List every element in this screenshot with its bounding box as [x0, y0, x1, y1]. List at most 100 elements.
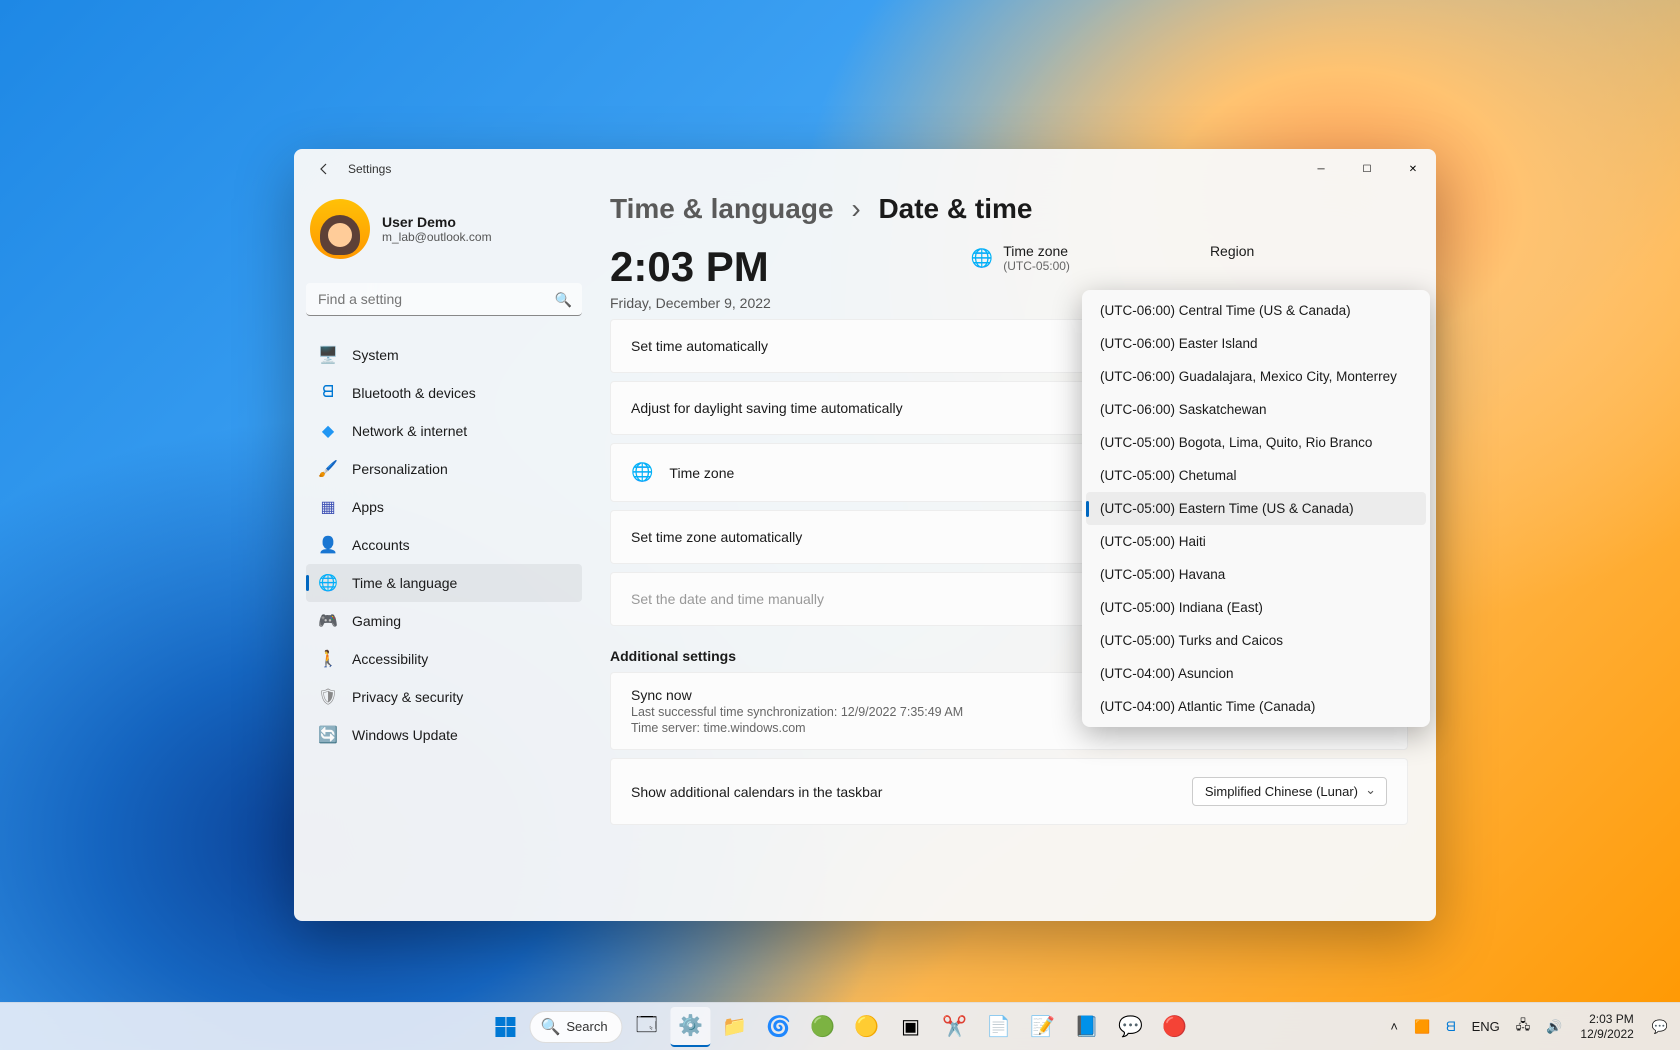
card-label: Set time automatically [631, 338, 768, 354]
nav-label: Gaming [352, 613, 401, 629]
globe-clock-icon: 🌐 [631, 462, 653, 483]
taskbar-chrome-icon[interactable]: 🔴 [1155, 1007, 1195, 1047]
card-label: Time zone [669, 465, 734, 481]
taskbar-explorer-icon[interactable]: 📁 [715, 1007, 755, 1047]
timezone-info: 🌐 Time zone (UTC-05:00) [971, 243, 1070, 273]
titlebar: Settings ─ ☐ ✕ [294, 149, 1436, 189]
timezone-option[interactable]: (UTC-04:00) Atlantic Time (Canada) [1086, 690, 1426, 723]
timezone-dropdown: (UTC-06:00) Central Time (US & Canada)(U… [1082, 290, 1430, 727]
timezone-option[interactable]: (UTC-05:00) Turks and Caicos [1086, 624, 1426, 657]
breadcrumb: Time & language › Date & time [610, 193, 1408, 225]
taskbar-wordpad-icon[interactable]: 📝 [1023, 1007, 1063, 1047]
search-icon: 🔍 [540, 1017, 560, 1037]
nav-label: Accounts [352, 537, 410, 553]
nav-item-time-language[interactable]: 🌐Time & language [306, 564, 582, 602]
window-controls: ─ ☐ ✕ [1298, 149, 1436, 189]
nav-item-windows-update[interactable]: 🔄 Windows Update [306, 716, 582, 754]
taskbar: 🔍Search 🗔 ⚙️ 📁 🌀 🟢 🟡 ▣ ✂️ 📄 📝 📘 💬 🔴 ˄ 🟧 … [0, 1002, 1680, 1050]
search-box: 🔍 [306, 283, 582, 316]
breadcrumb-current: Date & time [878, 193, 1032, 224]
timezone-option[interactable]: (UTC-05:00) Havana [1086, 558, 1426, 591]
sync-server: Time server: time.windows.com [631, 721, 806, 735]
tray-language[interactable]: ENG [1468, 1017, 1504, 1036]
nav-icon: 🎮 [318, 611, 338, 631]
nav-icon: 🌐 [318, 573, 338, 593]
maximize-button[interactable]: ☐ [1344, 149, 1390, 189]
nav-label: Windows Update [352, 727, 458, 743]
nav-item-accessibility[interactable]: 🚶Accessibility [306, 640, 582, 678]
minimize-button[interactable]: ─ [1298, 149, 1344, 189]
nav-label: Network & internet [352, 423, 467, 439]
timezone-option[interactable]: (UTC-05:00) Indiana (East) [1086, 591, 1426, 624]
window-title: Settings [348, 162, 391, 176]
nav-icon: 🖥️ [318, 345, 338, 365]
sidebar: User Demo m_lab@outlook.com 🔍 🖥️SystemᗺB… [294, 189, 594, 921]
nav-item-accounts[interactable]: 👤Accounts [306, 526, 582, 564]
close-button[interactable]: ✕ [1390, 149, 1436, 189]
taskbar-settings-icon[interactable]: ⚙️ [671, 1007, 711, 1047]
tray-network-icon[interactable]: 🖧 [1512, 1014, 1535, 1040]
taskbar-snip-icon[interactable]: ✂️ [935, 1007, 975, 1047]
profile-name: User Demo [382, 214, 492, 230]
start-button[interactable] [485, 1007, 525, 1047]
tray-date: 12/9/2022 [1580, 1027, 1633, 1041]
taskbar-word-icon[interactable]: 📘 [1067, 1007, 1107, 1047]
nav-icon: 🛡 [318, 687, 338, 707]
tray-bluetooth-icon[interactable]: ᗺ [1442, 1017, 1459, 1037]
nav-label: Bluetooth & devices [352, 385, 476, 401]
nav-item-privacy-security[interactable]: 🛡Privacy & security [306, 678, 582, 716]
timezone-option[interactable]: (UTC-06:00) Saskatchewan [1086, 393, 1426, 426]
nav-icon: ▦ [318, 497, 338, 517]
task-view-button[interactable]: 🗔 [627, 1007, 667, 1047]
taskbar-edge-canary-icon[interactable]: 🟡 [847, 1007, 887, 1047]
timezone-option[interactable]: (UTC-04:00) Asuncion [1086, 657, 1426, 690]
timezone-option[interactable]: (UTC-05:00) Chetumal [1086, 459, 1426, 492]
timezone-option[interactable]: (UTC-05:00) Bogota, Lima, Quito, Rio Bra… [1086, 426, 1426, 459]
nav-icon: 🚶 [318, 649, 338, 669]
taskbar-search[interactable]: 🔍 Search [529, 1011, 622, 1043]
chevron-right-icon: › [851, 193, 860, 224]
timezone-option[interactable]: (UTC-05:00) Haiti [1086, 525, 1426, 558]
card-label: Set the date and time manually [631, 591, 824, 607]
nav-label: Personalization [352, 461, 448, 477]
back-button[interactable] [306, 151, 342, 187]
tray-chevron-icon[interactable]: ˄ [1386, 1017, 1402, 1036]
tray-notifications-icon[interactable]: 💬 [1648, 1017, 1672, 1037]
breadcrumb-parent[interactable]: Time & language [610, 193, 834, 224]
nav-item-apps[interactable]: ▦Apps [306, 488, 582, 526]
taskbar-center: 🔍 Search 🗔 ⚙️ 📁 🌀 🟢 🟡 ▣ ✂️ 📄 📝 📘 💬 🔴 [485, 1007, 1194, 1047]
tray-clock[interactable]: 2:03 PM 12/9/2022 [1580, 1012, 1633, 1041]
nav-item-system[interactable]: 🖥️System [306, 336, 582, 374]
card-label: Adjust for daylight saving time automati… [631, 400, 903, 416]
nav-item-gaming[interactable]: 🎮 Gaming [306, 602, 582, 640]
profile[interactable]: User Demo m_lab@outlook.com [306, 195, 582, 263]
card-label: Show additional calendars in the taskbar [631, 784, 882, 800]
search-input[interactable] [306, 283, 582, 316]
nav-icon: 🔄 [318, 725, 338, 745]
nav-item-network-internet[interactable]: ◆Network & internet [306, 412, 582, 450]
taskbar-edge-icon[interactable]: 🌀 [759, 1007, 799, 1047]
tray-shield-icon[interactable]: 🟧 [1410, 1017, 1434, 1037]
timezone-option[interactable]: (UTC-06:00) Easter Island [1086, 327, 1426, 360]
profile-email: m_lab@outlook.com [382, 230, 492, 244]
taskbar-teams-icon[interactable]: 💬 [1111, 1007, 1151, 1047]
timezone-label: Time zone [1003, 243, 1070, 259]
timezone-option[interactable]: (UTC-06:00) Central Time (US & Canada) [1086, 294, 1426, 327]
tray-time: 2:03 PM [1580, 1012, 1633, 1026]
timezone-option[interactable]: (UTC-06:00) Guadalajara, Mexico City, Mo… [1086, 360, 1426, 393]
calendar-select[interactable]: Simplified Chinese (Lunar) [1192, 777, 1387, 806]
windows-icon [495, 1017, 515, 1037]
globe-icon: 🌐 [971, 248, 993, 269]
timezone-option[interactable]: (UTC-05:00) Eastern Time (US & Canada) [1086, 492, 1426, 525]
search-label: Search [566, 1019, 607, 1034]
tray-volume-icon[interactable]: 🔊 [1542, 1017, 1566, 1037]
nav-item-bluetooth-devices[interactable]: ᗺBluetooth & devices [306, 374, 582, 412]
timezone-offset: (UTC-05:00) [1003, 259, 1070, 273]
nav-item-personalization[interactable]: 🖌️Personalization [306, 450, 582, 488]
taskbar-edge-beta-icon[interactable]: 🟢 [803, 1007, 843, 1047]
sync-title: Sync now [631, 687, 692, 703]
taskbar-notepad-icon[interactable]: 📄 [979, 1007, 1019, 1047]
region-label: Region [1210, 243, 1254, 259]
current-date: Friday, December 9, 2022 [610, 295, 771, 311]
taskbar-terminal-icon[interactable]: ▣ [891, 1007, 931, 1047]
